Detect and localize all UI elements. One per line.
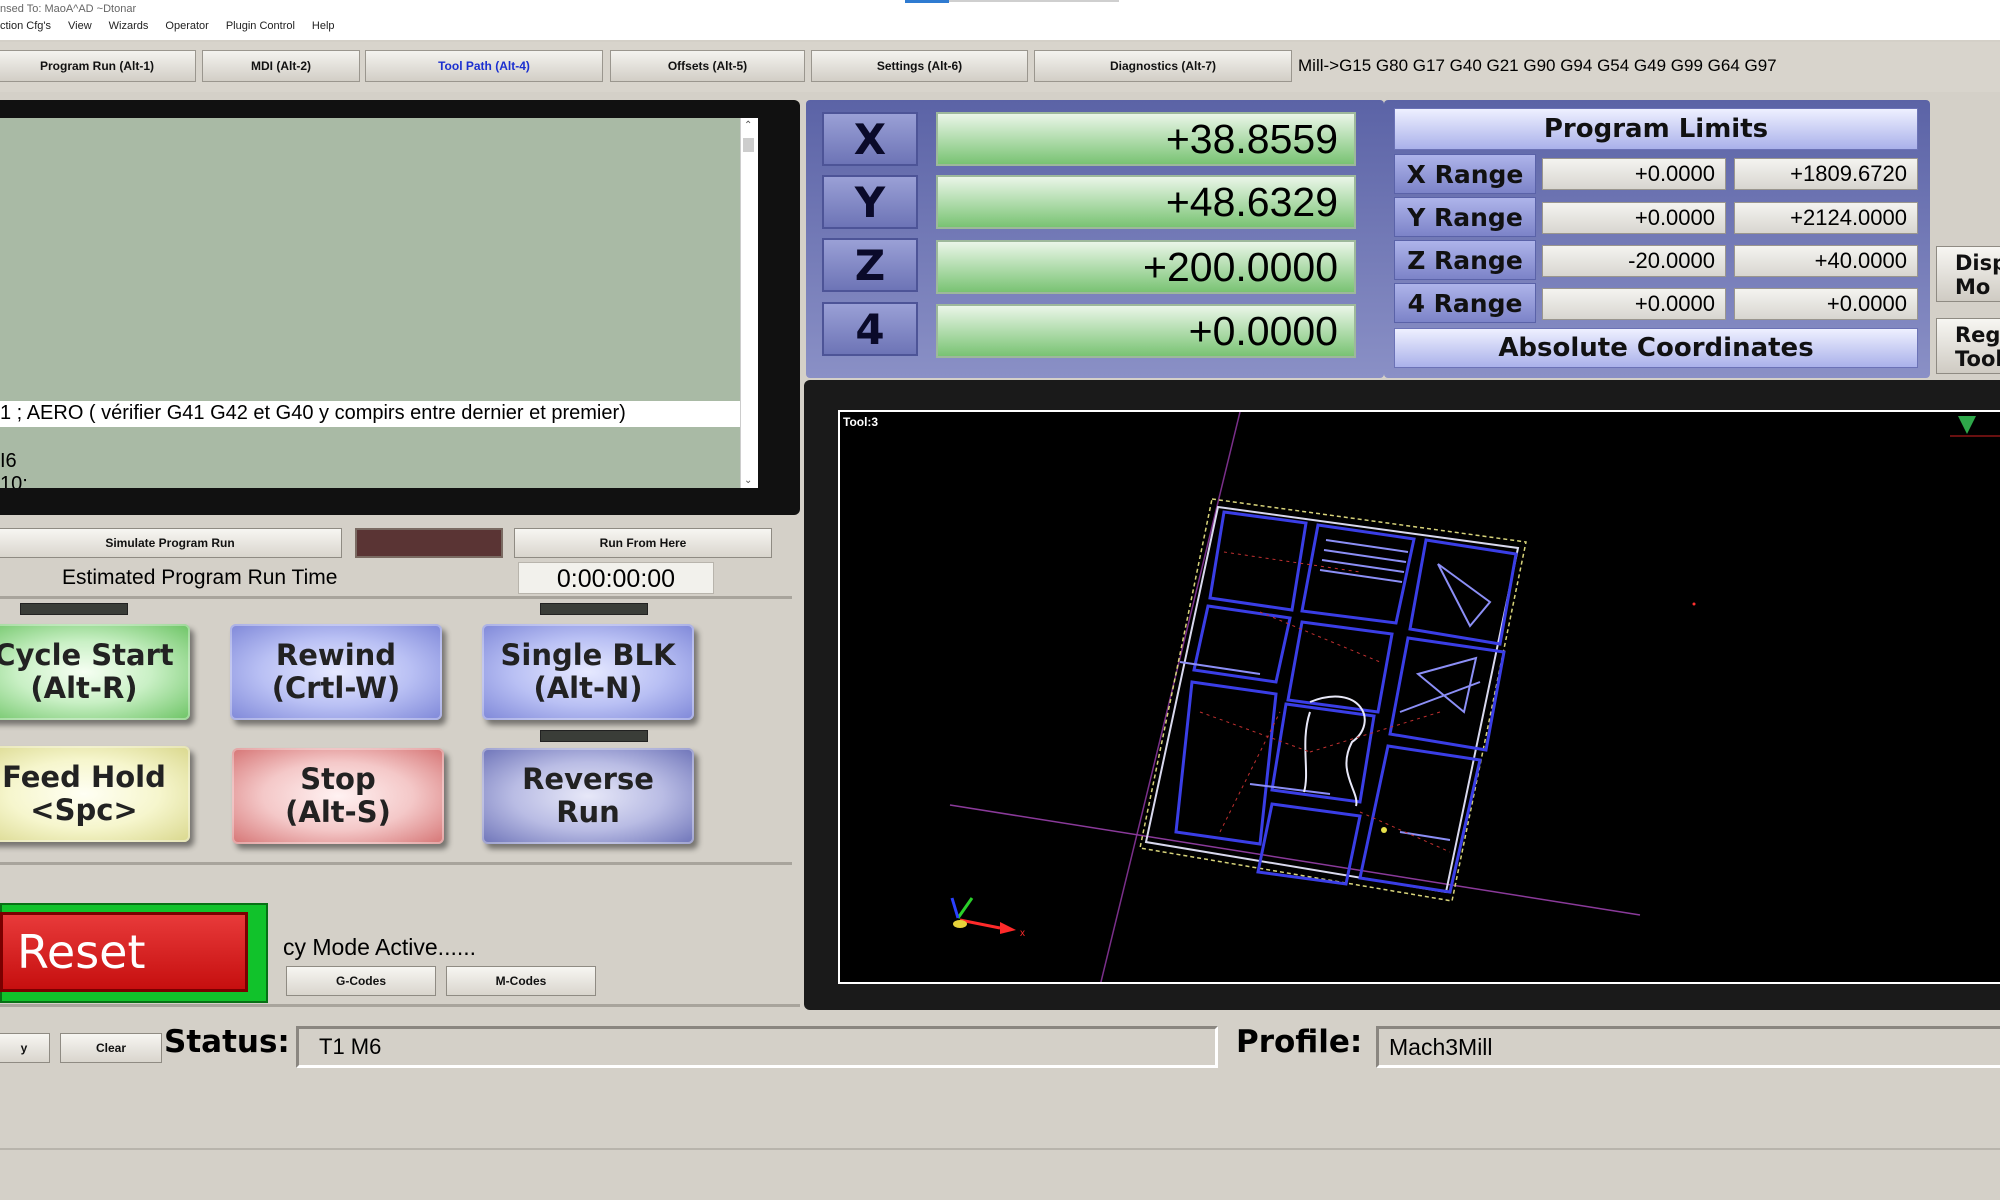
tab-offsets[interactable]: Offsets (Alt-5) <box>610 50 805 82</box>
simulate-program-run-button[interactable]: Simulate Program Run <box>0 528 342 558</box>
x-range-max: +1809.6720 <box>1734 158 1918 190</box>
mcodes-button[interactable]: M-Codes <box>446 966 596 996</box>
divider <box>0 862 792 865</box>
estimated-run-time-value: 0:00:00:00 <box>518 562 714 594</box>
y-axis-zero-button[interactable]: Y <box>822 175 918 229</box>
svg-text:x: x <box>1020 928 1025 939</box>
scroll-thumb[interactable] <box>743 138 754 152</box>
y-range-max: +2124.0000 <box>1734 202 1918 234</box>
feed-hold-button[interactable]: Feed Hold <Spc> <box>0 746 190 842</box>
regen-toolpath-button[interactable]: Reg Tool <box>1936 318 2000 374</box>
y-range-label: Y Range <box>1394 197 1536 237</box>
status-field: T1 M6 <box>296 1026 1218 1068</box>
a-axis-dro[interactable]: +0.0000 <box>936 304 1356 358</box>
cycle-start-button[interactable]: Cycle Start (Alt-R) <box>0 624 190 720</box>
a-axis-zero-button[interactable]: 4 <box>822 302 918 356</box>
divider <box>0 596 792 599</box>
tab-program-run[interactable]: Program Run (Alt-1) <box>0 50 196 82</box>
menu-help[interactable]: Help <box>312 20 335 38</box>
profile-label: Profile: <box>1236 1024 1363 1060</box>
status-label: Status: <box>164 1024 290 1060</box>
bottom-divider <box>0 1148 2000 1150</box>
y-axis-dro[interactable]: +48.6329 <box>936 175 1356 229</box>
menu-wizards[interactable]: Wizards <box>109 20 149 38</box>
program-limits-title: Program Limits <box>1394 108 1918 150</box>
rewind-button[interactable]: Rewind (Crtl-W) <box>230 624 442 720</box>
window-title: nsed To: MaoA^AD ~Dtonar <box>0 3 137 15</box>
toolpath-view[interactable]: x <box>838 410 2000 984</box>
z-axis-zero-button[interactable]: Z <box>822 238 918 292</box>
menu-plugin-control[interactable]: Plugin Control <box>226 20 295 38</box>
gcode-display[interactable]: 1 ; AERO ( vérifier G41 G42 et G40 y com… <box>0 118 758 488</box>
run-from-here-button[interactable]: Run From Here <box>514 528 772 558</box>
reverse-run-button[interactable]: Reverse Run <box>482 748 694 844</box>
single-blk-led <box>540 603 648 615</box>
a-range-label: 4 Range <box>1394 283 1536 323</box>
simulation-indicator <box>355 528 503 558</box>
stop-button[interactable]: Stop (Alt-S) <box>232 748 444 844</box>
tab-settings[interactable]: Settings (Alt-6) <box>811 50 1028 82</box>
z-range-label: Z Range <box>1394 240 1536 280</box>
divider <box>0 1004 800 1007</box>
x-range-min: +0.0000 <box>1542 158 1726 190</box>
toolpath-render: x <box>949 412 2000 982</box>
gcode-line: 10; <box>0 473 28 488</box>
scroll-up-icon[interactable]: ⌃ <box>744 120 752 131</box>
gcode-line: I6 <box>0 450 17 472</box>
reverse-run-led <box>540 730 648 742</box>
cycle-start-led <box>20 603 128 615</box>
title-accent <box>905 0 949 3</box>
z-axis-dro[interactable]: +200.0000 <box>936 240 1356 294</box>
absolute-coordinates-indicator[interactable]: Absolute Coordinates <box>1394 328 1918 368</box>
menu-operator[interactable]: Operator <box>165 20 208 38</box>
menu-function-cfgs[interactable]: ction Cfg's <box>0 20 51 38</box>
history-button[interactable]: y <box>0 1033 50 1063</box>
clear-button[interactable]: Clear <box>60 1033 162 1063</box>
scroll-down-icon[interactable]: ⌄ <box>744 475 752 486</box>
tab-mdi[interactable]: MDI (Alt-2) <box>202 50 360 82</box>
display-mode-button[interactable]: Disp Mo <box>1936 246 2000 302</box>
x-range-label: X Range <box>1394 154 1536 194</box>
tool-number-label: Tool:3 <box>843 415 879 429</box>
mode-active-text: cy Mode Active...... <box>283 934 477 960</box>
z-range-max: +40.0000 <box>1734 245 1918 277</box>
y-range-min: +0.0000 <box>1542 202 1726 234</box>
gcode-scrollbar[interactable]: ⌃ ⌄ <box>740 118 758 488</box>
modal-gcode-line: Mill->G15 G80 G17 G40 G21 G90 G94 G54 G4… <box>1298 56 1777 75</box>
estimated-run-time-label: Estimated Program Run Time <box>62 566 338 589</box>
a-range-max: +0.0000 <box>1734 288 1918 320</box>
x-axis-dro[interactable]: +38.8559 <box>936 112 1356 166</box>
reset-button[interactable]: Reset <box>0 912 248 992</box>
profile-field: Mach3Mill <box>1376 1026 2000 1068</box>
single-block-button[interactable]: Single BLK (Alt-N) <box>482 624 694 720</box>
menu-view[interactable]: View <box>68 20 92 38</box>
menu-bar: ction Cfg's View Wizards Operator Plugin… <box>0 20 335 38</box>
tab-tool-path[interactable]: Tool Path (Alt-4) <box>365 50 603 82</box>
a-range-min: +0.0000 <box>1542 288 1726 320</box>
tab-diagnostics[interactable]: Diagnostics (Alt-7) <box>1034 50 1292 82</box>
title-accent-secondary <box>949 0 1119 2</box>
gcode-current-line: 1 ; AERO ( vérifier G41 G42 et G40 y com… <box>0 402 626 424</box>
z-range-min: -20.0000 <box>1542 245 1726 277</box>
x-axis-zero-button[interactable]: X <box>822 112 918 166</box>
gcodes-button[interactable]: G-Codes <box>286 966 436 996</box>
